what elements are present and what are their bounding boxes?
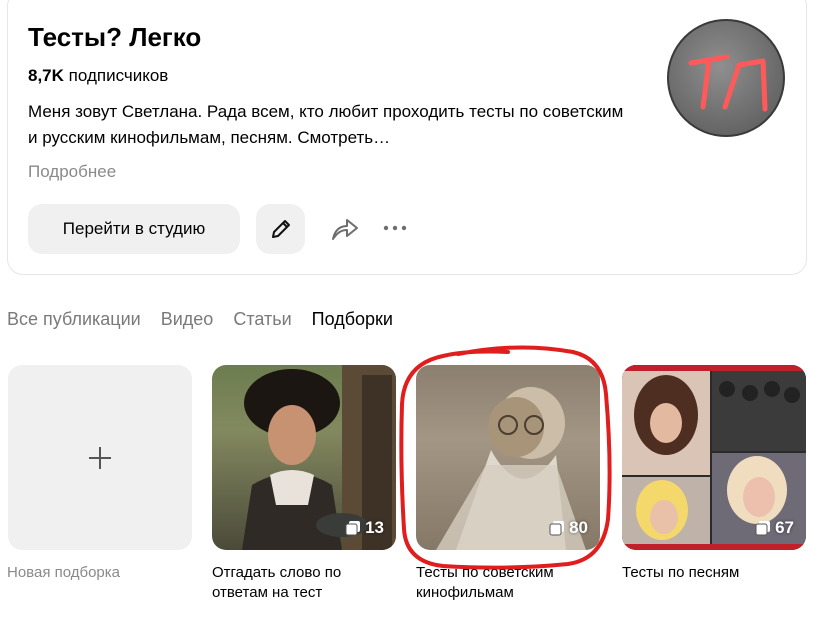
share-button[interactable] bbox=[330, 215, 360, 243]
pencil-icon bbox=[271, 220, 290, 238]
plus-icon bbox=[89, 446, 111, 469]
subscribers-count: 8,7K bbox=[28, 66, 64, 85]
subscribers-label: подписчиков bbox=[68, 66, 169, 85]
stack-icon bbox=[755, 521, 771, 536]
go-to-studio-button[interactable]: Перейти в студию bbox=[28, 204, 240, 254]
more-dots-icon bbox=[383, 225, 407, 231]
stack-icon bbox=[345, 521, 361, 536]
avatar-logo bbox=[688, 54, 768, 112]
tab-collections[interactable]: Подборки bbox=[312, 309, 393, 330]
edit-button[interactable] bbox=[256, 204, 305, 254]
collection-title-1[interactable]: Отгадать слово по ответам на тест bbox=[212, 563, 396, 603]
collection-tile-3[interactable]: 67 bbox=[622, 365, 806, 550]
share-icon bbox=[332, 219, 358, 240]
red-highlight-annotation bbox=[399, 345, 612, 570]
channel-avatar[interactable] bbox=[667, 19, 785, 137]
new-collection-tile[interactable] bbox=[8, 365, 192, 550]
content-tabs: Все публикации Видео Статьи Подборки bbox=[7, 309, 393, 330]
more-options-button[interactable] bbox=[381, 218, 411, 238]
tab-all-publications[interactable]: Все публикации bbox=[7, 309, 141, 330]
subscribers-info: 8,7K подписчиков bbox=[28, 66, 168, 86]
collection-title-3[interactable]: Тесты по песням bbox=[622, 563, 806, 583]
collection-count-3: 67 bbox=[755, 518, 794, 538]
new-collection-label[interactable]: Новая подборка bbox=[7, 563, 191, 583]
collection-count-1: 13 bbox=[345, 518, 384, 538]
tab-video[interactable]: Видео bbox=[161, 309, 214, 330]
tab-articles[interactable]: Статьи bbox=[233, 309, 291, 330]
channel-description: Меня зовут Светлана. Рада всем, кто люби… bbox=[28, 102, 624, 147]
collection-tile-1[interactable]: 13 bbox=[212, 365, 396, 550]
more-link[interactable]: Подробнее bbox=[28, 162, 116, 182]
channel-title: Тесты? Легко bbox=[28, 22, 202, 52]
